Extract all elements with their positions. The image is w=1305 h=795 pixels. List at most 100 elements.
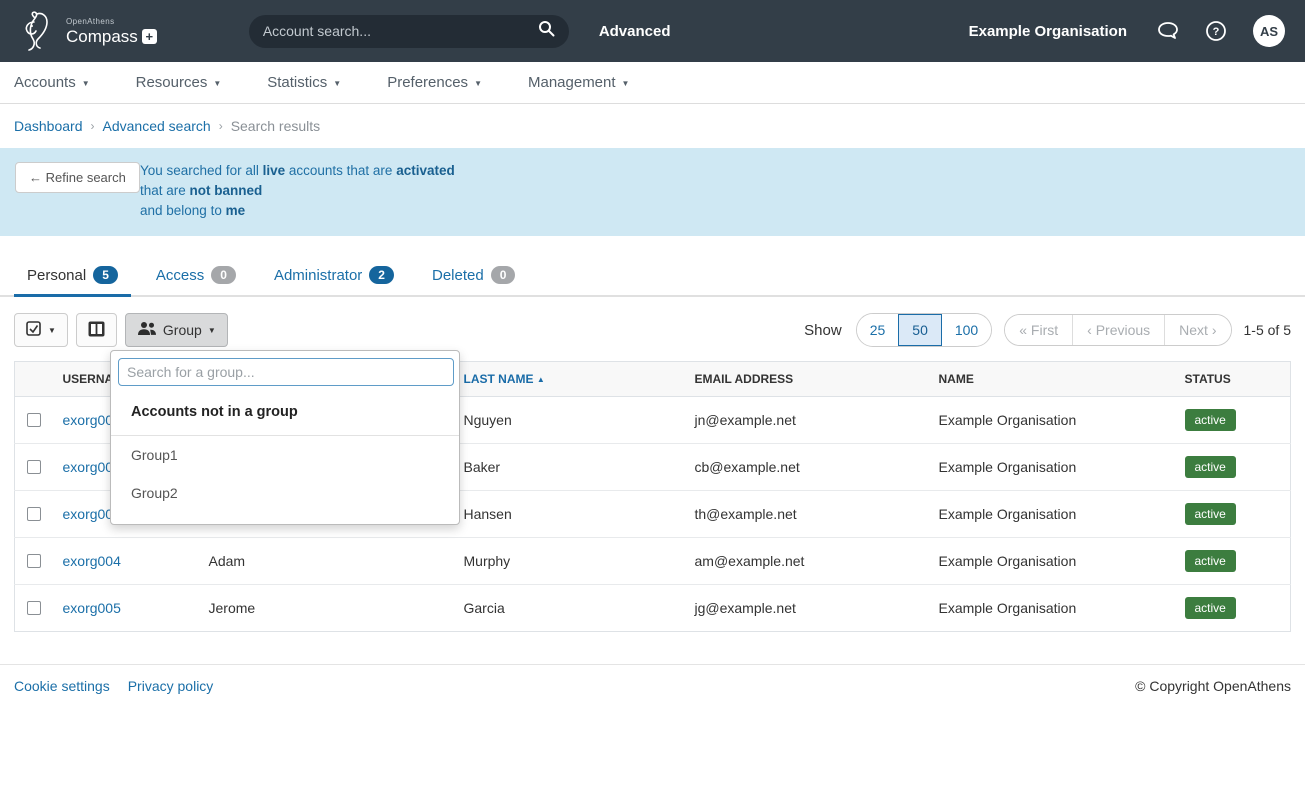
checkbox-check-icon [26,321,42,340]
count-badge: 5 [93,266,118,284]
row-checkbox[interactable] [27,601,41,615]
count-badge: 2 [369,266,394,284]
email-cell: am@example.net [687,538,931,585]
page-size-100[interactable]: 100 [942,314,991,346]
app-header: OpenAthens Compass + Advanced Example Or… [0,0,1305,62]
count-badge: 0 [491,266,516,284]
user-avatar[interactable]: AS [1253,15,1285,47]
nav-accounts[interactable]: Accounts ▼ [14,74,90,91]
breadcrumb-current: Search results [231,118,320,134]
columns-icon [88,321,105,340]
group-item[interactable]: Group1 [111,436,459,474]
columns-button[interactable] [76,313,117,347]
privacy-policy-link[interactable]: Privacy policy [128,678,214,694]
chat-icon[interactable] [1157,21,1179,41]
table-row: exorg004 Adam Murphy am@example.net Exam… [15,538,1291,585]
chevron-down-icon: ▼ [82,80,90,88]
result-tabs: Personal 5 Access 0 Administrator 2 Dele… [0,258,1305,297]
group-filter-button[interactable]: Group ▼ [125,313,228,347]
page-size-group: 25 50 100 [856,313,993,347]
owl-logo-icon [20,9,58,53]
tab-deleted[interactable]: Deleted 0 [419,258,528,295]
group-people-icon [137,321,157,339]
username-link[interactable]: exorg005 [63,600,121,616]
previous-page-button[interactable]: ‹ Previous [1072,315,1164,345]
nav-resources[interactable]: Resources ▼ [136,74,222,91]
search-icon[interactable] [538,20,555,42]
table-row: exorg005 Jerome Garcia jg@example.net Ex… [15,585,1291,632]
first-name-cell: Jerome [201,585,456,632]
advanced-search-link[interactable]: Advanced [599,23,671,40]
col-name[interactable]: NAME [931,362,1177,397]
status-badge: active [1185,597,1236,619]
page-size-25[interactable]: 25 [857,314,899,346]
status-badge: active [1185,456,1236,478]
nav-statistics[interactable]: Statistics ▼ [267,74,341,91]
brand-compass: Compass [66,28,138,45]
account-search-input[interactable] [263,23,538,39]
breadcrumb-separator: › [91,119,95,133]
status-badge: active [1185,550,1236,572]
org-cell: Example Organisation [931,491,1177,538]
tab-administrator[interactable]: Administrator 2 [261,258,407,295]
org-cell: Example Organisation [931,538,1177,585]
group-search-input[interactable] [118,358,454,386]
email-cell: jg@example.net [687,585,931,632]
select-all-dropdown-button[interactable]: ▼ [14,313,68,347]
search-summary-panel: ← Refine search You searched for all liv… [0,148,1305,236]
breadcrumb-dashboard[interactable]: Dashboard [14,118,83,134]
first-name-cell: Adam [201,538,456,585]
chevron-down-icon: ▼ [208,327,216,335]
email-cell: cb@example.net [687,444,931,491]
first-page-icon: « [1019,322,1027,338]
previous-page-icon: ‹ [1087,322,1092,338]
breadcrumb-advanced-search[interactable]: Advanced search [103,118,211,134]
sort-asc-icon: ▲ [537,375,545,384]
col-status[interactable]: STATUS [1177,362,1291,397]
col-email[interactable]: EMAIL ADDRESS [687,362,931,397]
last-name-cell: Baker [456,444,687,491]
nav-management[interactable]: Management ▼ [528,74,629,91]
tab-access[interactable]: Access 0 [143,258,249,295]
page-size-50[interactable]: 50 [898,314,942,346]
pager-group: « First ‹ Previous Next › [1004,314,1231,346]
compass-plus-icon: + [142,29,157,44]
header-checkbox-col [15,362,55,397]
nav-preferences[interactable]: Preferences ▼ [387,74,482,91]
tab-personal[interactable]: Personal 5 [14,258,131,297]
help-icon[interactable]: ? [1205,20,1227,42]
last-name-cell: Murphy [456,538,687,585]
last-name-cell: Hansen [456,491,687,538]
cookie-settings-link[interactable]: Cookie settings [14,678,110,694]
refine-search-button[interactable]: ← Refine search [15,162,140,193]
row-checkbox[interactable] [27,413,41,427]
group-item[interactable]: Group2 [111,474,459,512]
row-checkbox[interactable] [27,507,41,521]
next-page-button[interactable]: Next › [1164,315,1230,345]
back-arrow-icon: ← [29,170,42,185]
org-cell: Example Organisation [931,585,1177,632]
group-item-no-group[interactable]: Accounts not in a group [111,393,459,436]
results-toolbar: ▼ Group ▼ Show 25 50 100 [14,313,1291,347]
group-dropdown-panel: Accounts not in a group Group1 Group2 [110,350,460,525]
email-cell: jn@example.net [687,397,931,444]
show-label: Show [804,322,842,339]
chevron-down-icon: ▼ [213,80,221,88]
chevron-down-icon: ▼ [474,80,482,88]
col-last-name[interactable]: LAST NAME ▲ [456,362,687,397]
chevron-down-icon: ▼ [333,80,341,88]
status-badge: active [1185,409,1236,431]
main-nav: Accounts ▼ Resources ▼ Statistics ▼ Pref… [0,62,1305,104]
first-page-button[interactable]: « First [1005,315,1072,345]
chevron-down-icon: ▼ [622,80,630,88]
row-checkbox[interactable] [27,460,41,474]
breadcrumb-separator: › [219,119,223,133]
copyright-text: © Copyright OpenAthens [1135,678,1291,694]
email-cell: th@example.net [687,491,931,538]
last-name-cell: Nguyen [456,397,687,444]
status-badge: active [1185,503,1236,525]
username-link[interactable]: exorg004 [63,553,121,569]
row-checkbox[interactable] [27,554,41,568]
openathens-logo[interactable]: OpenAthens Compass + [20,9,157,53]
org-cell: Example Organisation [931,397,1177,444]
